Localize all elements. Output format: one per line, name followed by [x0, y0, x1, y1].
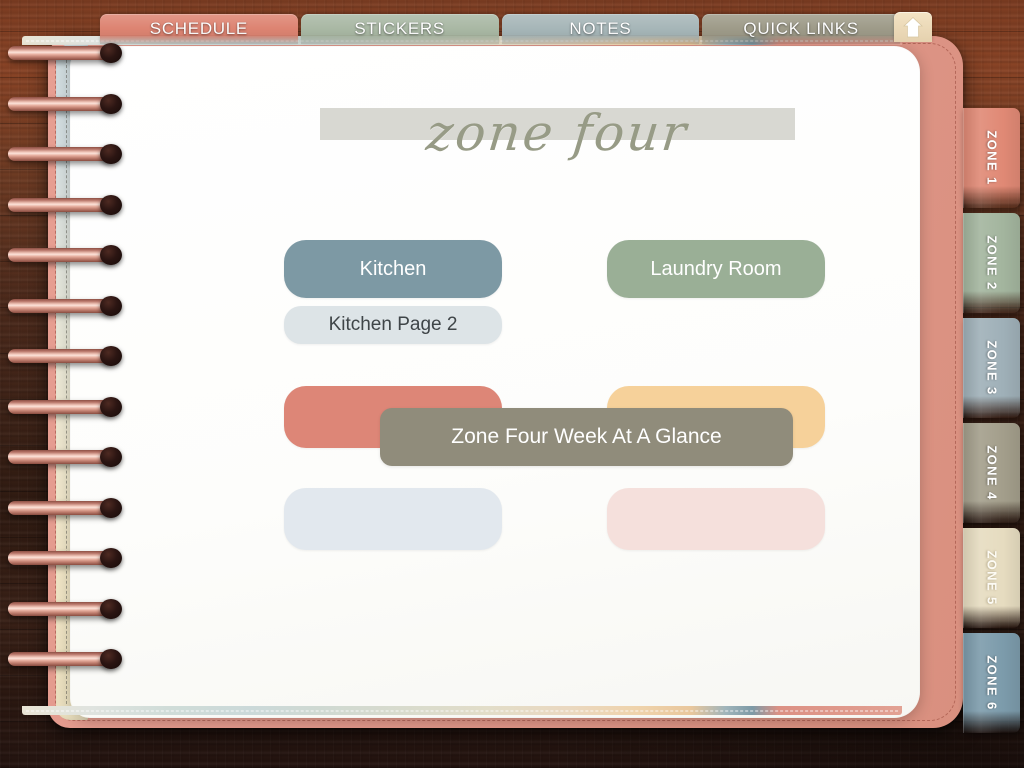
zone-tab-strip: ZONE 1 ZONE 2 ZONE 3 ZONE 4 ZONE 5 ZONE 6 — [963, 108, 1024, 738]
spiral-ring — [8, 396, 122, 417]
home-icon — [903, 16, 923, 38]
spiral-ring — [8, 144, 122, 164]
zone-tab-5[interactable]: ZONE 5 — [963, 528, 1020, 628]
spiral-ring — [8, 598, 122, 619]
planner-page: zone four Kitchen Laundry Room Kitchen Pag… — [70, 46, 920, 718]
zone-tab-4[interactable]: ZONE 4 — [963, 423, 1020, 523]
zone-tab-label: ZONE 5 — [984, 550, 999, 606]
home-tab[interactable] — [894, 12, 932, 42]
tab-label: QUICK LINKS — [743, 19, 859, 38]
zone-tab-2[interactable]: ZONE 2 — [963, 213, 1020, 313]
page-title-text: zone four — [423, 104, 692, 162]
tab-schedule[interactable]: SCHEDULE — [100, 14, 298, 44]
spiral-ring — [8, 93, 122, 114]
spiral-ring — [8, 245, 122, 265]
tab-label: NOTES — [569, 19, 632, 38]
link-row — [284, 488, 864, 550]
spiral-ring — [8, 295, 122, 316]
spiral-ring — [8, 548, 122, 568]
link-kitchen-page-2[interactable]: Kitchen Page 2 — [284, 306, 502, 344]
spiral-ring — [8, 649, 122, 669]
zone-tab-label: ZONE 1 — [984, 130, 999, 186]
zone-tab-label: ZONE 4 — [984, 445, 999, 501]
tab-quick-links[interactable]: QUICK LINKS — [702, 14, 900, 44]
zone-tab-label: ZONE 6 — [984, 655, 999, 711]
link-label: Kitchen — [359, 257, 427, 280]
tab-stickers[interactable]: STICKERS — [300, 14, 499, 44]
link-blank-pale-blue[interactable] — [284, 488, 502, 550]
spiral-ring — [8, 194, 122, 215]
spiral-ring — [8, 497, 122, 518]
link-label: Laundry Room — [650, 257, 782, 280]
tab-label: SCHEDULE — [149, 19, 248, 38]
zone-tab-3[interactable]: ZONE 3 — [963, 318, 1020, 418]
desk-background: SCHEDULE STICKERS NOTES QUICK LINKS zone fo… — [0, 0, 1024, 768]
link-row: Kitchen Laundry Room — [284, 240, 864, 298]
zone-tab-1[interactable]: ZONE 1 — [963, 108, 1020, 208]
link-blank-blush[interactable] — [607, 488, 825, 550]
link-kitchen[interactable]: Kitchen — [284, 240, 502, 298]
page-stack-strip-bottom — [22, 706, 902, 715]
banner-label: Zone Four Week At A Glance — [451, 425, 722, 448]
spiral-binding — [8, 43, 128, 726]
planner-notebook: zone four Kitchen Laundry Room Kitchen Pag… — [48, 36, 963, 728]
link-label: Kitchen Page 2 — [328, 314, 458, 335]
zone-tab-label: ZONE 3 — [984, 340, 999, 396]
link-row: Kitchen Page 2 — [284, 306, 864, 344]
tab-notes[interactable]: NOTES — [501, 14, 700, 44]
top-navigation-bar: SCHEDULE STICKERS NOTES QUICK LINKS — [100, 10, 900, 44]
spiral-ring — [8, 447, 122, 467]
page-title: zone four — [320, 104, 800, 166]
spiral-ring — [8, 43, 122, 63]
link-week-at-a-glance[interactable]: Zone Four Week At A Glance — [380, 408, 793, 466]
zone-tab-label: ZONE 2 — [984, 235, 999, 291]
zone-tab-6[interactable]: ZONE 6 — [963, 633, 1020, 733]
spiral-ring — [8, 346, 122, 366]
tab-label: STICKERS — [354, 19, 445, 38]
link-laundry-room[interactable]: Laundry Room — [607, 240, 825, 298]
link-empty-slot — [607, 306, 825, 344]
